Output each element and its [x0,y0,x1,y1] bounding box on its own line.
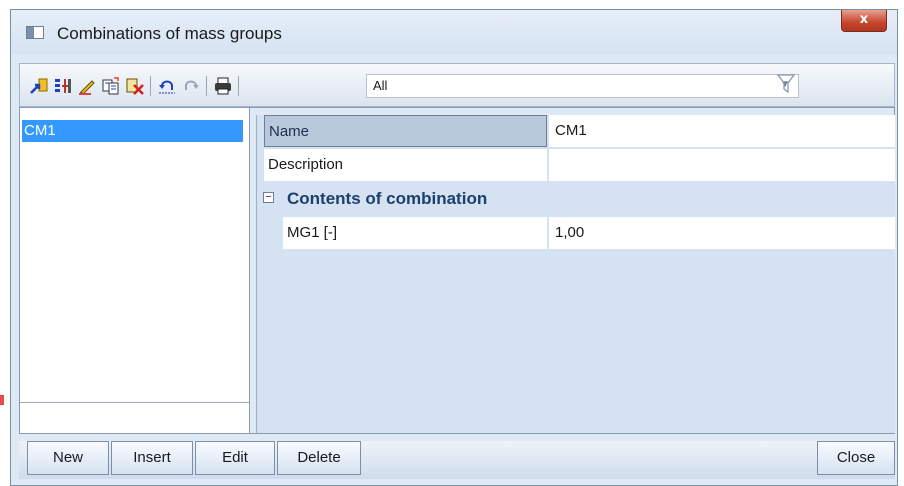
copy-icon[interactable] [102,77,120,95]
property-grid: Name CM1 Description − Contents of combi… [256,115,895,433]
list-item[interactable]: CM1 [22,120,243,142]
redo-icon[interactable] [182,77,200,95]
delete-button[interactable]: Delete [277,441,361,475]
toolbar: All ▼ [19,63,895,107]
section-contents-of-combination: − Contents of combination [257,183,895,215]
delete-icon[interactable] [126,77,144,95]
edit-pencil-icon[interactable] [78,77,96,95]
edit-button[interactable]: Edit [195,441,275,475]
collapse-toggle-icon[interactable]: − [263,192,274,203]
section-title: Contents of combination [287,189,488,208]
funnel-icon[interactable] [776,72,796,96]
property-row-mg1: MG1 [-] 1,00 [257,217,895,249]
name-field[interactable]: CM1 [549,115,895,147]
filter-select[interactable]: All ▼ [366,74,799,98]
window-app-icon [26,26,44,39]
insert-button[interactable]: Insert [111,441,193,475]
description-field[interactable] [549,149,895,181]
undo-icon[interactable] [158,77,176,95]
new-arrow-icon[interactable] [30,77,48,95]
close-button[interactable]: Close [817,441,895,475]
mg1-label[interactable]: MG1 [-] [283,217,547,249]
name-label[interactable]: Name [264,115,547,147]
toolbar-separator [206,76,207,96]
property-row-description: Description [257,149,895,181]
description-label[interactable]: Description [264,149,547,181]
title-bar: Combinations of mass groups x [11,10,897,54]
list-divider [20,402,249,434]
print-icon[interactable] [214,77,232,95]
window-close-button[interactable]: x [841,10,887,32]
button-bar: New Insert Edit Delete Close [19,441,895,479]
combination-list: CM1 [20,108,250,433]
window-title: Combinations of mass groups [57,24,282,43]
properties-icon[interactable] [54,77,72,95]
mg1-field[interactable]: 1,00 [549,217,895,249]
window-edge-marker [0,395,4,405]
dialog-window: Combinations of mass groups x All ▼ CM1 … [10,9,898,486]
main-content: CM1 Name CM1 Description − Contents of c… [19,107,895,434]
toolbar-separator [238,76,239,96]
toolbar-separator [150,76,151,96]
filter-select-value: All [373,78,388,93]
property-row-name: Name CM1 [257,115,895,147]
new-button[interactable]: New [27,441,109,475]
